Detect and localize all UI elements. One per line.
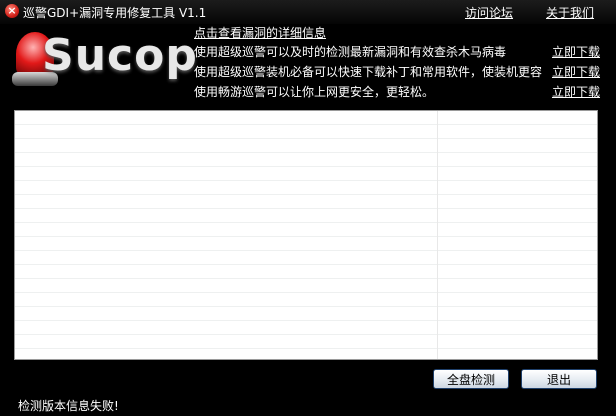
result-list[interactable] bbox=[14, 110, 598, 360]
sucop-logo: Sucop bbox=[12, 26, 197, 102]
download-link-3[interactable]: 立即下载 bbox=[552, 83, 600, 100]
window-title: 巡警GDI+漏洞专用修复工具 V1.1 bbox=[23, 6, 207, 20]
list-column-divider bbox=[437, 111, 438, 359]
close-icon[interactable]: × bbox=[5, 4, 19, 18]
title-bar: × 巡警GDI+漏洞专用修复工具 V1.1 访问论坛 关于我们 bbox=[0, 0, 616, 24]
about-link[interactable]: 关于我们 bbox=[546, 4, 594, 21]
download-link-2[interactable]: 立即下载 bbox=[552, 63, 600, 80]
status-text: 检测版本信息失败! bbox=[18, 399, 119, 413]
exit-button[interactable]: 退出 bbox=[521, 369, 597, 389]
info-line-2: 使用超级巡警装机必备可以快速下载补丁和常用软件，使装机更容 bbox=[194, 65, 543, 79]
forum-link[interactable]: 访问论坛 bbox=[465, 4, 513, 21]
vulnerability-details-link[interactable]: 点击查看漏洞的详细信息 bbox=[194, 24, 326, 41]
full-scan-button[interactable]: 全盘检测 bbox=[433, 369, 509, 389]
info-line-3: 使用畅游巡警可以让你上网更安全，更轻松。 bbox=[194, 85, 435, 99]
banner: Sucop 点击查看漏洞的详细信息 使用超级巡警可以及时的检测最新漏洞和有效查杀… bbox=[0, 24, 616, 104]
download-link-1[interactable]: 立即下载 bbox=[552, 43, 600, 60]
logo-text: Sucop bbox=[42, 30, 198, 81]
info-line-1: 使用超级巡警可以及时的检测最新漏洞和有效查杀木马病毒 bbox=[194, 45, 507, 59]
